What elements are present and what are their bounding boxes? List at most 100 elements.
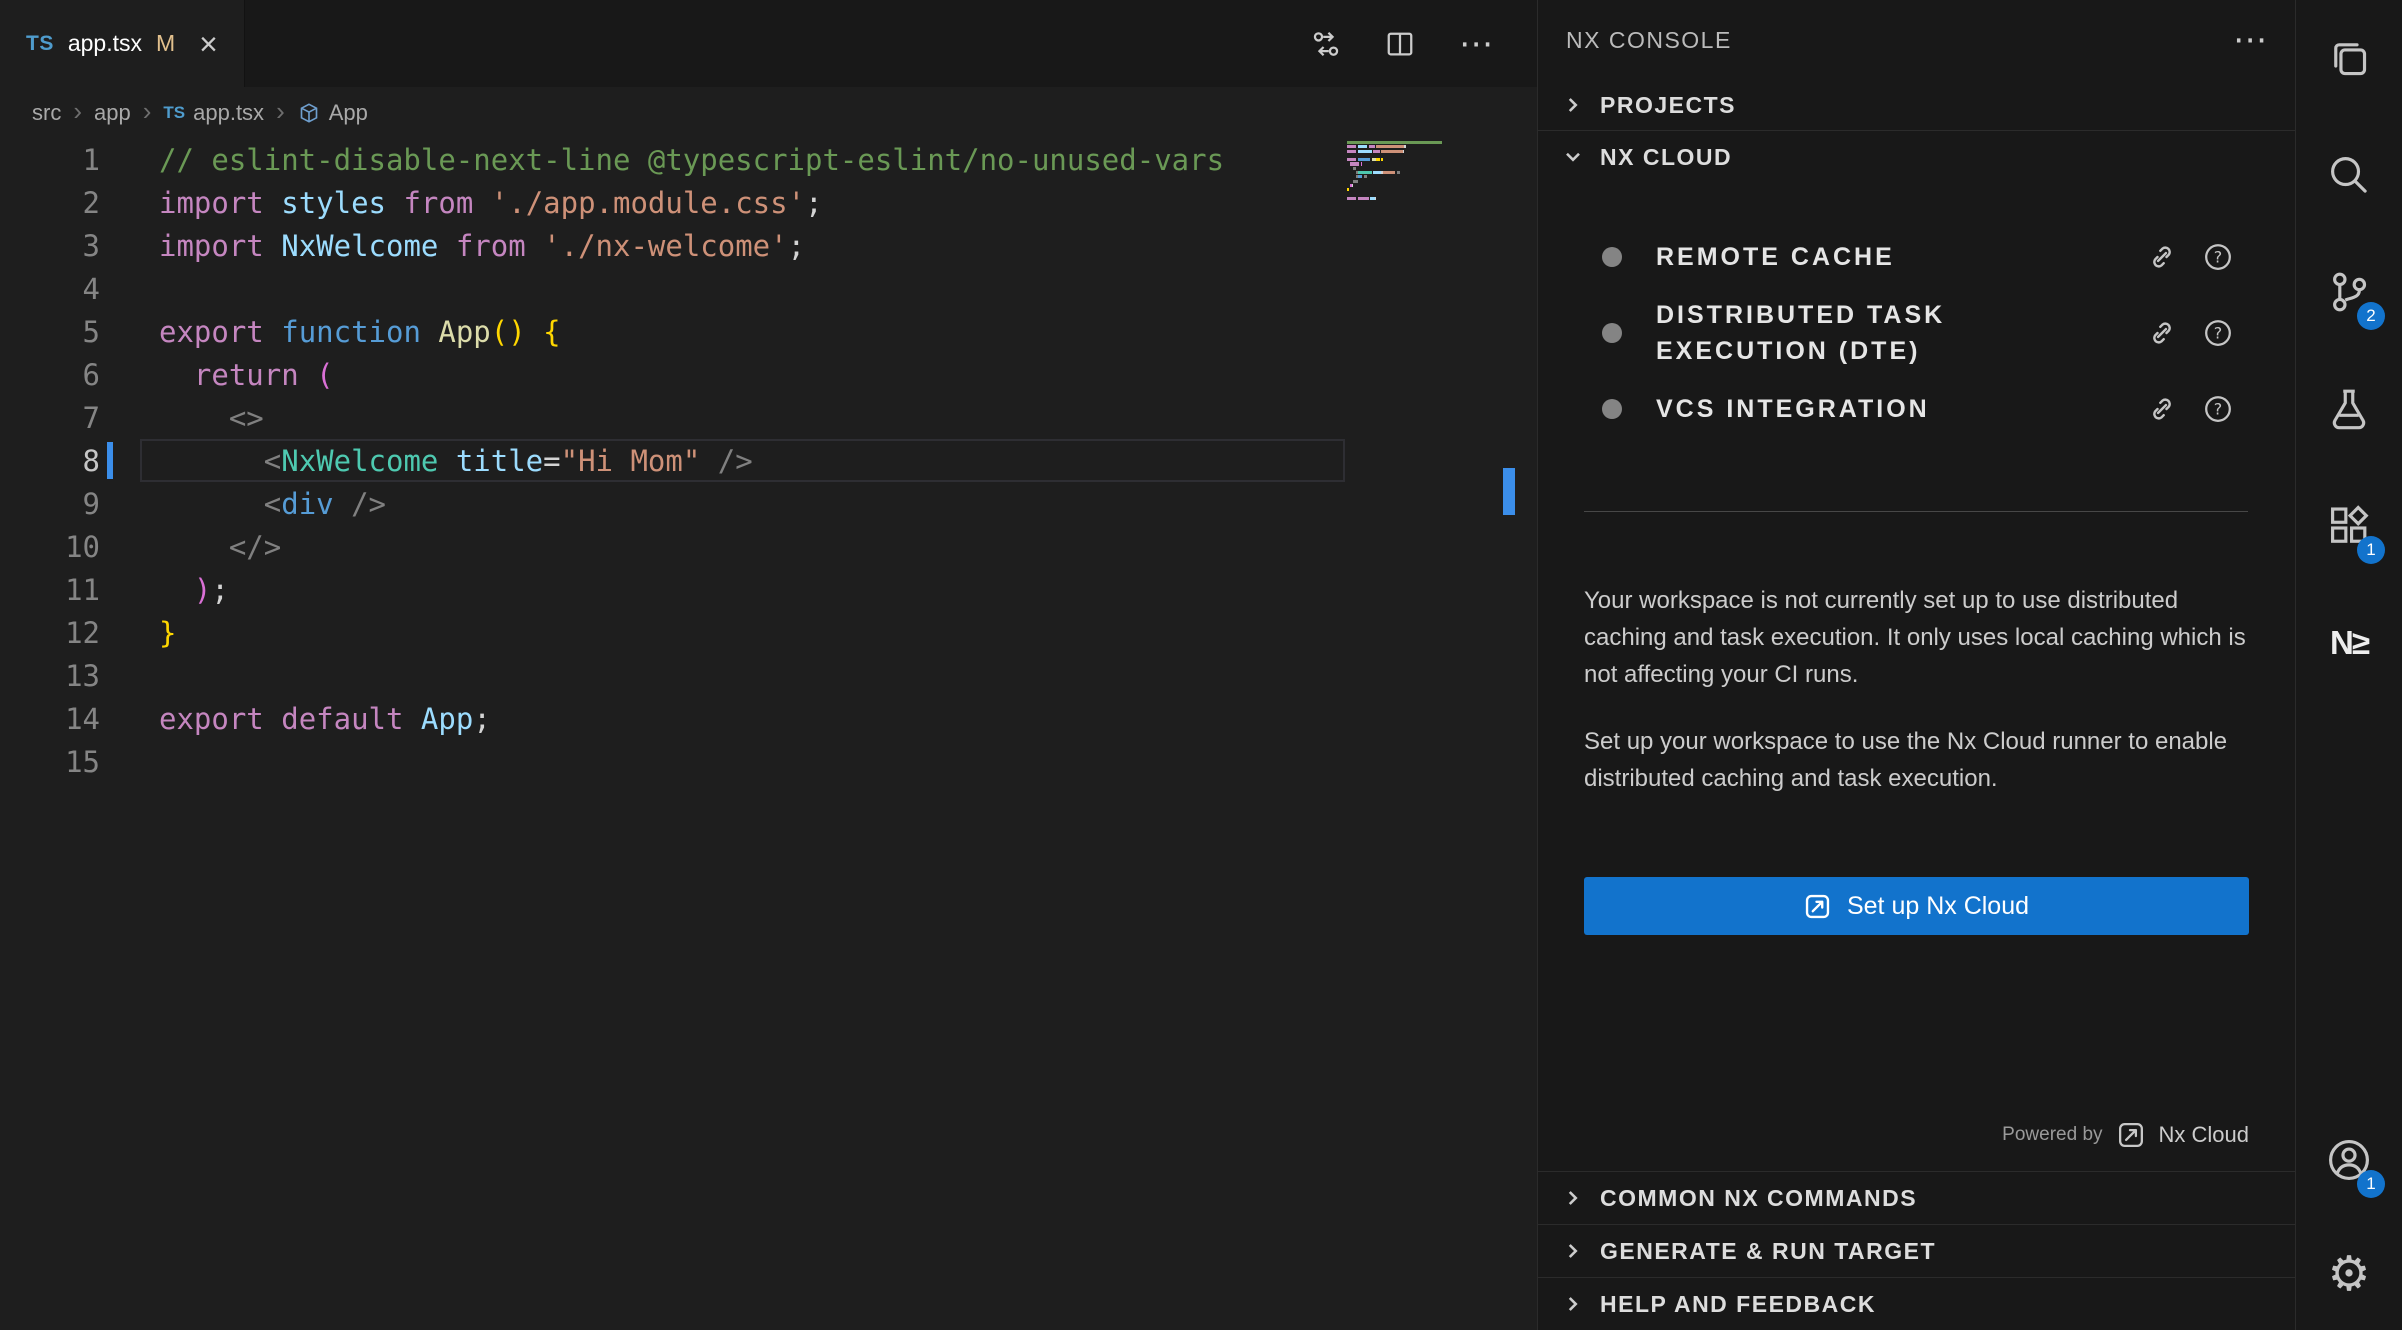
code-line[interactable]: 5 export function App() { — [0, 310, 1347, 353]
line-number[interactable]: 7 — [0, 401, 100, 435]
section-nx-cloud[interactable]: NX CLOUD — [1538, 130, 2295, 183]
line-number[interactable]: 13 — [0, 659, 100, 693]
editor-actions: ⋯ — [1311, 0, 1537, 87]
svg-text:?: ? — [2214, 324, 2222, 343]
line-number[interactable]: 1 — [0, 143, 100, 177]
section-label: NX CLOUD — [1600, 144, 1732, 171]
brand-name: Nx Cloud — [2159, 1122, 2249, 1148]
code-text: <NxWelcome title="Hi Mom" /> — [159, 444, 753, 478]
chevron-down-icon — [1560, 144, 1586, 170]
code-text: // eslint-disable-next-line @typescript-… — [159, 143, 1224, 177]
code-line[interactable]: 12} — [0, 611, 1347, 654]
source-control-icon[interactable]: 2 — [2301, 242, 2397, 342]
collapsed-section-row[interactable]: HELP AND FEEDBACK — [1538, 1277, 2295, 1330]
close-tab-button[interactable]: × — [199, 28, 218, 60]
setup-nx-cloud-button[interactable]: Set up Nx Cloud — [1584, 877, 2249, 935]
chevron-separator-icon: › — [73, 98, 82, 124]
line-number[interactable]: 2 — [0, 186, 100, 220]
status-dot-icon — [1602, 323, 1622, 343]
code-text: import NxWelcome from './nx-welcome'; — [159, 229, 805, 263]
minimap[interactable] — [1347, 141, 1509, 205]
code-line[interactable]: 15 — [0, 740, 1347, 783]
vscode-window: TS app.tsx M × ⋯ src › app › TS — [0, 0, 2402, 1330]
line-number[interactable]: 6 — [0, 358, 100, 392]
collapsed-section-row[interactable]: COMMON NX COMMANDS — [1538, 1171, 2295, 1224]
code-line[interactable]: 14 export default App; — [0, 697, 1347, 740]
line-number[interactable]: 5 — [0, 315, 100, 349]
breadcrumb-app[interactable]: app — [94, 100, 131, 126]
powered-by-row: Powered by Nx Cloud — [2002, 1121, 2249, 1149]
setup-button-label: Set up Nx Cloud — [1847, 892, 2029, 921]
search-icon[interactable] — [2301, 125, 2397, 225]
help-icon[interactable]: ? — [2203, 242, 2233, 272]
section-projects[interactable]: PROJECTS — [1538, 80, 2295, 130]
code-text: return ( — [159, 358, 334, 392]
chevron-right-icon — [1560, 1291, 1586, 1317]
nx-console-icon[interactable]: N≥ — [2301, 593, 2397, 693]
explorer-icon[interactable] — [2301, 8, 2397, 108]
section-label: COMMON NX COMMANDS — [1600, 1185, 1917, 1212]
section-label: HELP AND FEEDBACK — [1600, 1291, 1876, 1318]
code-editor[interactable]: 1 // eslint-disable-next-line @typescript… — [0, 138, 1537, 783]
breadcrumb-symbol-app[interactable]: App — [297, 100, 368, 126]
line-number[interactable]: 12 — [0, 616, 100, 650]
code-text: export default App; — [159, 702, 491, 736]
account-icon[interactable]: 1 — [2301, 1110, 2397, 1210]
line-number[interactable]: 9 — [0, 487, 100, 521]
line-number[interactable]: 11 — [0, 573, 100, 607]
code-text: import styles from './app.module.css'; — [159, 186, 823, 220]
collapsed-section-row[interactable]: GENERATE & RUN TARGET — [1538, 1224, 2295, 1277]
nx-cloud-feature-item: DISTRIBUTED TASK EXECUTION (DTE) ? — [1538, 295, 2295, 371]
svg-text:?: ? — [2214, 400, 2222, 419]
help-icon[interactable]: ? — [2203, 318, 2233, 348]
line-number[interactable]: 10 — [0, 530, 100, 564]
more-actions-icon[interactable]: ⋯ — [1459, 27, 1493, 61]
settings-gear-icon[interactable]: ⚙ — [2301, 1225, 2397, 1325]
code-line[interactable]: 3 import NxWelcome from './nx-welcome'; — [0, 224, 1347, 267]
line-number[interactable]: 3 — [0, 229, 100, 263]
code-line[interactable]: 10 </> — [0, 525, 1347, 568]
divider — [1584, 511, 2248, 512]
code-line[interactable]: 8 <NxWelcome title="Hi Mom" /> — [0, 439, 1347, 482]
connect-icon[interactable] — [2147, 318, 2177, 348]
nx-cloud-feature-list: REMOTE CACHE ? DISTRIBUTED TASK EXECUTIO… — [1538, 219, 2295, 447]
powered-by-label: Powered by — [2002, 1124, 2102, 1146]
tab-bar: TS app.tsx M × ⋯ — [0, 0, 1537, 87]
collapsed-sections: COMMON NX COMMANDS GENERATE & RUN TARGET… — [1538, 1171, 2295, 1330]
code-text: <div /> — [159, 487, 386, 521]
nx-cloud-content: REMOTE CACHE ? DISTRIBUTED TASK EXECUTIO… — [1538, 183, 2295, 1171]
code-line[interactable]: 6 return ( — [0, 353, 1347, 396]
line-number[interactable]: 8 — [0, 444, 100, 478]
extensions-icon[interactable]: 1 — [2301, 476, 2397, 576]
breadcrumb: src › app › TS app.tsx › App — [0, 87, 1537, 138]
code-line[interactable]: 13 — [0, 654, 1347, 697]
code-line[interactable]: 4 — [0, 267, 1347, 310]
code-text: </> — [159, 530, 281, 564]
testing-beaker-icon[interactable] — [2301, 359, 2397, 459]
chevron-right-icon — [1560, 1238, 1586, 1264]
code-line[interactable]: 9 <div /> — [0, 482, 1347, 525]
breadcrumb-src[interactable]: src — [32, 100, 61, 126]
nx-cloud-logo-icon — [2117, 1121, 2145, 1149]
feature-label: REMOTE CACHE — [1656, 239, 1895, 275]
line-number[interactable]: 14 — [0, 702, 100, 736]
connect-icon[interactable] — [2147, 394, 2177, 424]
code-line[interactable]: 7 <> — [0, 396, 1347, 439]
tab-app-tsx[interactable]: TS app.tsx M × — [0, 0, 245, 87]
code-text: export function App() { — [159, 315, 561, 349]
help-icon[interactable]: ? — [2203, 394, 2233, 424]
activity-bar-top: 2 1 N≥ — [2301, 8, 2397, 693]
open-changes-icon[interactable] — [1311, 29, 1341, 59]
breadcrumb-file[interactable]: TS app.tsx — [163, 100, 264, 126]
feature-label: DISTRIBUTED TASK EXECUTION (DTE) — [1656, 297, 2126, 370]
code-text: } — [159, 616, 176, 650]
code-line[interactable]: 11 ); — [0, 568, 1347, 611]
split-editor-icon[interactable] — [1385, 29, 1415, 59]
code-line[interactable]: 2 import styles from './app.module.css'; — [0, 181, 1347, 224]
panel-more-actions-icon[interactable]: ⋯ — [2233, 23, 2267, 57]
line-number[interactable]: 15 — [0, 745, 100, 779]
code-line[interactable]: 1 // eslint-disable-next-line @typescript… — [0, 138, 1347, 181]
line-number[interactable]: 4 — [0, 272, 100, 306]
connect-icon[interactable] — [2147, 242, 2177, 272]
chevron-separator-icon: › — [276, 98, 285, 124]
